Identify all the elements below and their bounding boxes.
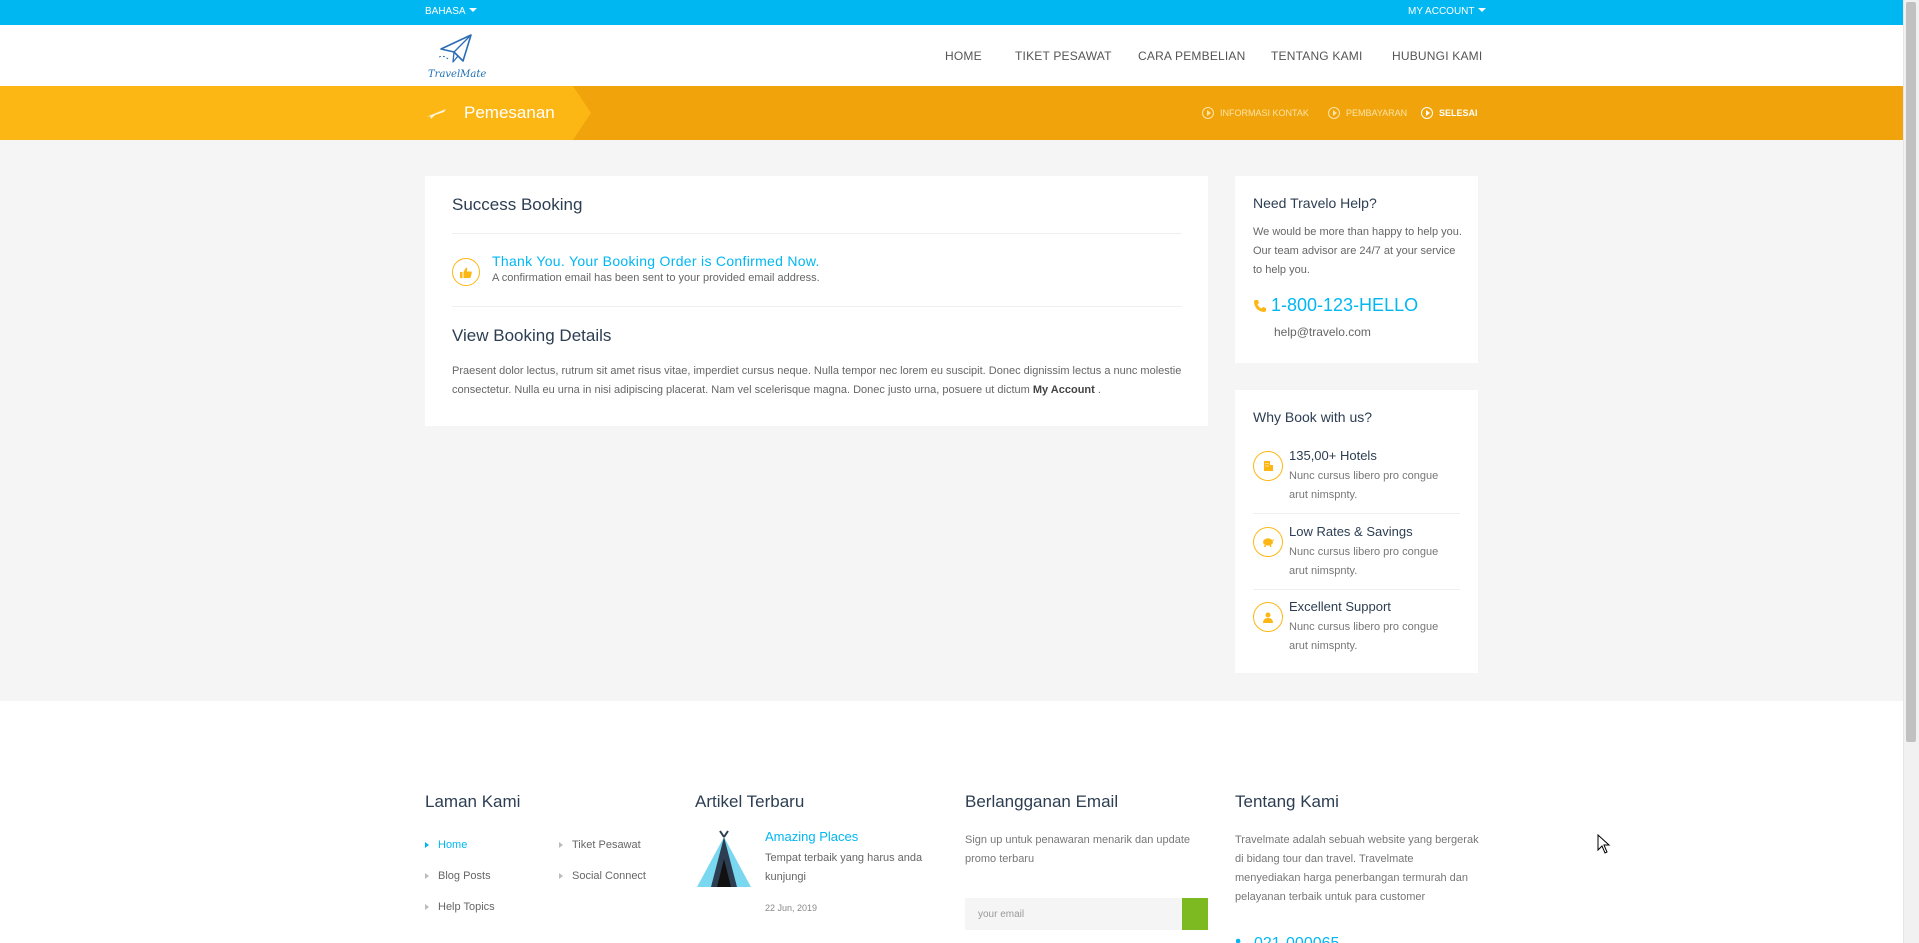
about-phone[interactable]: 021-000065 [1235, 935, 1339, 943]
article-title-link[interactable]: Amazing Places [765, 829, 858, 844]
site-header: TravelMate HOME TIKET PESAWAT CARA PEMBE… [0, 25, 1903, 86]
travelmate-logo[interactable]: TravelMate [425, 33, 487, 80]
nav-tiket-pesawat[interactable]: TIKET PESAWAT [1015, 49, 1112, 63]
divider [452, 306, 1182, 307]
step-pembayaran: PEMBAYARAN [1328, 107, 1407, 119]
divider [452, 233, 1182, 234]
footer-link-label: Home [438, 839, 468, 851]
footer-link-tiket-pesawat[interactable]: Tiket Pesawat [559, 839, 641, 851]
about-phone-number: 021-000065 [1254, 935, 1339, 943]
step-label: INFORMASI KONTAK [1220, 108, 1309, 118]
confirmation-subtext: A confirmation email has been sent to yo… [492, 272, 820, 284]
mouse-cursor-icon [1597, 834, 1611, 854]
step-label: PEMBAYARAN [1346, 108, 1408, 118]
feature-title: 135,00+ Hotels [1289, 448, 1377, 463]
nav-hubungi-kami[interactable]: HUBUNGI KAMI [1392, 49, 1482, 63]
help-card: Need Travelo Help? We would be more than… [1235, 176, 1478, 363]
bullet-icon [559, 842, 563, 848]
article-desc: Tempat terbaik yang harus anda kunjungi [765, 852, 923, 883]
top-bar: BAHASA MY ACCOUNT [0, 0, 1903, 25]
my-account-link[interactable]: My Account [1033, 384, 1095, 396]
footer-about-heading: Tentang Kami [1235, 792, 1339, 811]
feature-title: Excellent Support [1289, 599, 1391, 614]
confirmation-message: Thank You. Your Booking Order is Confirm… [492, 253, 820, 269]
piggy-bank-icon [1253, 527, 1283, 557]
period: . [1097, 384, 1101, 396]
bullet-icon [425, 904, 429, 910]
success-booking-heading: Success Booking [452, 195, 583, 214]
page-banner: Pemesanan INFORMASI KONTAK PEMBAYARAN SE… [0, 86, 1903, 140]
play-circle-icon [1202, 107, 1214, 119]
divider [1253, 513, 1460, 514]
footer-pages-heading: Laman Kami [425, 792, 521, 811]
footer-link-label: Blog Posts [438, 870, 491, 882]
page-title: Pemesanan [464, 103, 555, 122]
footer-link-social-connect[interactable]: Social Connect [559, 870, 646, 882]
footer-link-home[interactable]: Home [425, 839, 467, 851]
help-text: We would be more than happy to help you.… [1253, 226, 1462, 276]
bullet-icon [559, 873, 563, 879]
newsletter-email-input[interactable] [965, 898, 1182, 930]
logo-wordmark: TravelMate [428, 69, 487, 80]
newsletter-desc: Sign up untuk penawaran menarik dan upda… [965, 834, 1191, 865]
step-selesai: SELESAI [1421, 107, 1478, 119]
help-phone-number: 1-800-123-HELLO [1271, 295, 1419, 315]
footer-link-label: Help Topics [438, 901, 495, 913]
footer-newsletter-heading: Berlangganan Email [965, 792, 1119, 811]
nav-cara-pembelian[interactable]: CARA PEMBELIAN [1138, 49, 1246, 63]
phone-icon [1254, 299, 1266, 312]
bullet-icon [425, 842, 429, 848]
banner-arrow [573, 86, 591, 140]
play-circle-icon [1421, 107, 1433, 119]
step-label: SELESAI [1439, 108, 1478, 118]
tent-thumbnail-icon[interactable] [695, 829, 753, 887]
play-circle-icon [1328, 107, 1340, 119]
help-phone[interactable]: 1-800-123-HELLO [1253, 295, 1418, 316]
thumbs-up-icon [452, 258, 480, 286]
feature-title: Low Rates & Savings [1289, 524, 1413, 539]
feature-desc: Nunc cursus libero pro congue arut nimsp… [1289, 546, 1439, 577]
nav-tentang-kami[interactable]: TENTANG KAMI [1271, 49, 1363, 63]
phone-icon [1235, 938, 1241, 943]
hotel-icon [1253, 451, 1283, 481]
feature-desc: Nunc cursus libero pro congue arut nimsp… [1289, 470, 1439, 501]
chevron-down-icon [1477, 8, 1486, 12]
scrollbar-thumb[interactable] [1906, 2, 1916, 742]
step-informasi-kontak: INFORMASI KONTAK [1202, 107, 1309, 119]
airplane-icon [426, 109, 446, 119]
footer-link-label: Social Connect [572, 870, 646, 882]
footer-link-help-topics[interactable]: Help Topics [425, 901, 495, 913]
footer-link-blog-posts[interactable]: Blog Posts [425, 870, 491, 882]
support-icon [1253, 602, 1283, 632]
footer-link-label: Tiket Pesawat [572, 839, 641, 851]
paper-plane-logo-icon [439, 34, 472, 63]
booking-confirmation-card: Success Booking Thank You. Your Booking … [425, 176, 1208, 426]
language-dropdown[interactable]: BAHASA [425, 6, 477, 17]
about-desc: Travelmate adalah sebuah website yang be… [1235, 834, 1479, 903]
my-account-dropdown[interactable]: MY ACCOUNT [1408, 6, 1486, 17]
newsletter-submit-button[interactable] [1182, 898, 1208, 930]
my-account-label: MY ACCOUNT [1408, 6, 1475, 17]
bullet-icon [425, 873, 429, 879]
chevron-down-icon [468, 8, 477, 12]
help-email-link[interactable]: help@travelo.com [1274, 325, 1371, 339]
view-booking-details-heading: View Booking Details [452, 326, 612, 345]
why-book-heading: Why Book with us? [1253, 409, 1373, 425]
site-footer: Laman Kami Home Tiket Pesawat Blog Posts… [0, 701, 1903, 943]
divider [1253, 589, 1460, 590]
feature-desc: Nunc cursus libero pro congue arut nimsp… [1289, 621, 1439, 652]
footer-articles-heading: Artikel Terbaru [695, 792, 805, 811]
article-date: 22 Jun, 2019 [765, 903, 818, 913]
why-book-card: Why Book with us? 135,00+ Hotels Nunc cu… [1235, 390, 1478, 673]
nav-home[interactable]: HOME [945, 49, 982, 63]
help-heading: Need Travelo Help? [1253, 195, 1377, 211]
booking-details-text: Praesent dolor lectus, rutrum sit amet r… [452, 362, 1187, 400]
language-label: BAHASA [425, 6, 466, 17]
